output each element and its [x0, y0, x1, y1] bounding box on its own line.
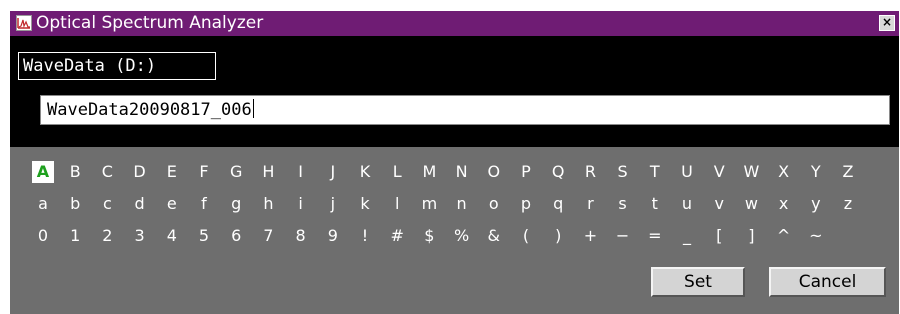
key-1-1[interactable]: b — [64, 193, 86, 215]
key-1-15[interactable]: p — [515, 193, 537, 215]
key-1-10[interactable]: k — [354, 193, 376, 215]
drive-label: WaveData (D:) — [18, 52, 216, 80]
key-1-7[interactable]: h — [257, 193, 279, 215]
key-2-22[interactable]: ] — [740, 225, 762, 247]
key-1-23[interactable]: x — [773, 193, 795, 215]
key-2-2[interactable]: 2 — [96, 225, 118, 247]
key-0-2[interactable]: C — [96, 161, 118, 183]
spectrum-app-icon — [16, 15, 32, 31]
key-0-5[interactable]: F — [193, 161, 215, 183]
character-keyboard: ABCDEFGHIJKLMNOPQRSTUVWXYZabcdefghijklmn… — [10, 147, 899, 314]
key-1-22[interactable]: w — [740, 193, 762, 215]
key-1-16[interactable]: q — [547, 193, 569, 215]
key-1-11[interactable]: l — [386, 193, 408, 215]
key-0-7[interactable]: H — [257, 161, 279, 183]
key-1-2[interactable]: c — [96, 193, 118, 215]
key-1-20[interactable]: u — [676, 193, 698, 215]
key-0-10[interactable]: K — [354, 161, 376, 183]
key-0-16[interactable]: Q — [547, 161, 569, 183]
key-2-1[interactable]: 1 — [64, 225, 86, 247]
close-icon[interactable]: × — [879, 15, 895, 31]
key-0-21[interactable]: V — [708, 161, 730, 183]
key-2-12[interactable]: $ — [418, 225, 440, 247]
key-1-9[interactable]: j — [322, 193, 344, 215]
key-2-15[interactable]: ( — [515, 225, 537, 247]
key-2-18[interactable]: − — [612, 225, 634, 247]
key-0-18[interactable]: S — [612, 161, 634, 183]
key-2-24[interactable]: ~ — [805, 225, 827, 247]
text-caret — [252, 99, 254, 118]
key-2-21[interactable]: [ — [708, 225, 730, 247]
key-2-14[interactable]: & — [483, 225, 505, 247]
key-0-9[interactable]: J — [322, 161, 344, 183]
key-2-7[interactable]: 7 — [257, 225, 279, 247]
key-0-24[interactable]: Y — [805, 161, 827, 183]
key-0-25[interactable]: Z — [837, 161, 859, 183]
key-1-12[interactable]: m — [418, 193, 440, 215]
key-2-3[interactable]: 3 — [129, 225, 151, 247]
key-2-5[interactable]: 5 — [193, 225, 215, 247]
key-0-6[interactable]: G — [225, 161, 247, 183]
key-0-22[interactable]: W — [740, 161, 762, 183]
key-1-5[interactable]: f — [193, 193, 215, 215]
key-0-14[interactable]: O — [483, 161, 505, 183]
key-0-3[interactable]: D — [129, 161, 151, 183]
key-2-19[interactable]: = — [644, 225, 666, 247]
key-2-9[interactable]: 9 — [322, 225, 344, 247]
filename-input[interactable]: WaveData20090817_006 — [40, 95, 890, 125]
key-2-13[interactable]: % — [451, 225, 473, 247]
key-2-10[interactable]: ! — [354, 225, 376, 247]
filename-value: WaveData20090817_006 — [47, 100, 252, 120]
window-title: Optical Spectrum Analyzer — [36, 13, 264, 33]
key-2-23[interactable]: ^ — [773, 225, 795, 247]
key-1-4[interactable]: e — [161, 193, 183, 215]
key-1-25[interactable]: z — [837, 193, 859, 215]
key-0-15[interactable]: P — [515, 161, 537, 183]
key-0-12[interactable]: M — [418, 161, 440, 183]
key-0-4[interactable]: E — [161, 161, 183, 183]
key-0-19[interactable]: T — [644, 161, 666, 183]
key-1-13[interactable]: n — [451, 193, 473, 215]
key-0-1[interactable]: B — [64, 161, 86, 183]
key-0-13[interactable]: N — [451, 161, 473, 183]
key-0-23[interactable]: X — [773, 161, 795, 183]
set-button[interactable]: Set — [651, 267, 745, 297]
key-2-11[interactable]: # — [386, 225, 408, 247]
key-2-16[interactable]: ) — [547, 225, 569, 247]
key-2-6[interactable]: 6 — [225, 225, 247, 247]
key-2-4[interactable]: 4 — [161, 225, 183, 247]
cancel-button[interactable]: Cancel — [769, 267, 886, 297]
key-1-21[interactable]: v — [708, 193, 730, 215]
title-bar: Optical Spectrum Analyzer × — [10, 11, 899, 36]
key-0-11[interactable]: L — [386, 161, 408, 183]
key-1-8[interactable]: i — [290, 193, 312, 215]
key-0-20[interactable]: U — [676, 161, 698, 183]
osa-dialog-window: Optical Spectrum Analyzer × WaveData (D:… — [10, 11, 899, 314]
key-1-17[interactable]: r — [579, 193, 601, 215]
key-1-3[interactable]: d — [129, 193, 151, 215]
key-2-20[interactable]: _ — [676, 225, 698, 247]
key-1-18[interactable]: s — [612, 193, 634, 215]
key-2-8[interactable]: 8 — [290, 225, 312, 247]
key-2-17[interactable]: + — [579, 225, 601, 247]
key-0-0[interactable]: A — [32, 161, 54, 183]
key-2-0[interactable]: 0 — [32, 225, 54, 247]
key-1-19[interactable]: t — [644, 193, 666, 215]
key-1-6[interactable]: g — [225, 193, 247, 215]
key-0-17[interactable]: R — [579, 161, 601, 183]
key-1-14[interactable]: o — [483, 193, 505, 215]
key-0-8[interactable]: I — [290, 161, 312, 183]
key-1-0[interactable]: a — [32, 193, 54, 215]
key-1-24[interactable]: y — [805, 193, 827, 215]
